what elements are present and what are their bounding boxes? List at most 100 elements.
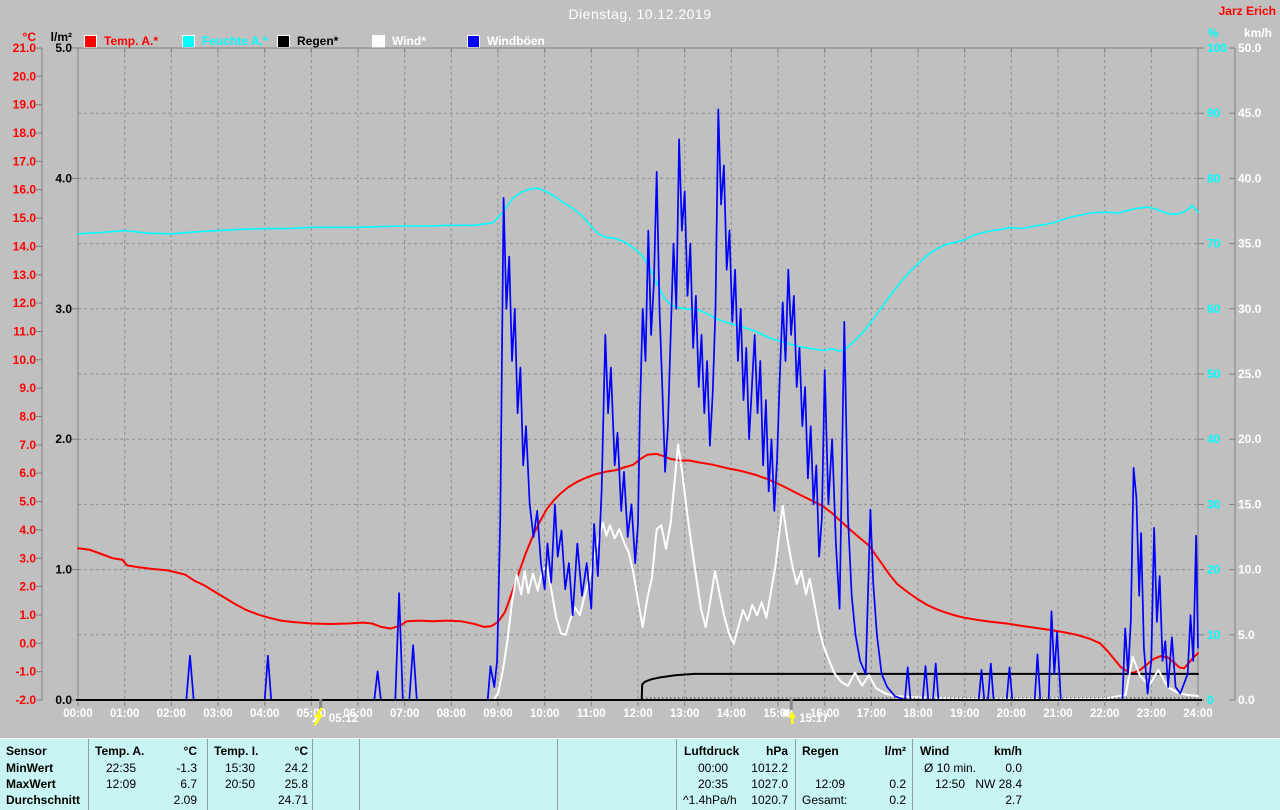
x-tick-label: 20:00 [997,708,1026,720]
sunrise-time: 05:12 [329,713,358,725]
y-tick-label: 5.0 [19,495,36,509]
sunset-icon [782,709,790,717]
y-tick-label: 80 [1207,171,1221,185]
regen-max-time: 12:09 [814,777,846,791]
wind-avg: 2.7 [1005,793,1022,807]
y-tick-label: 2.0 [55,432,72,446]
luftdruck-min: 1012.2 [751,761,788,775]
y-tick-label: 50.0 [1238,41,1262,55]
x-tick-label: 21:00 [1043,708,1072,720]
col-unit-temp-i: °C [294,744,308,758]
sunset-time: 15:17 [799,713,828,725]
table-column-divider [312,739,313,810]
y-tick-label: 10.0 [1238,563,1262,577]
y-tick-label: 40 [1207,432,1221,446]
y-tick-label: 40.0 [1238,171,1262,185]
col-unit-luftdruck: hPa [765,744,788,758]
y-tick-label: 0.0 [55,693,72,707]
x-tick-label: 18:00 [903,708,932,720]
axis-label-rain: l/m² [51,30,72,44]
y-tick-label: 35.0 [1238,237,1262,251]
x-tick-label: 10:00 [530,708,559,720]
temp-a-max-time: 12:09 [105,777,137,791]
y-tick-label: 19.0 [13,98,37,112]
regen-total-label: Gesamt: [802,793,848,807]
y-tick-label: 12.0 [13,296,37,310]
y-tick-label: 4.0 [19,523,36,537]
x-tick-label: 01:00 [110,708,139,720]
col-unit-regen: l/m² [884,744,906,758]
x-tick-label: 04:00 [250,708,279,720]
temp-i-min: 24.2 [284,761,308,775]
x-tick-label: 22:00 [1090,708,1119,720]
table-column-divider [88,739,89,810]
regen-total: 0.2 [889,793,906,807]
y-tick-label: 100 [1207,41,1227,55]
sunset-tick [789,699,793,710]
temp-a-min: -1.3 [176,761,197,775]
y-tick-label: 1.0 [55,563,72,577]
y-tick-label: 3.0 [55,302,72,316]
wind-min: 0.0 [1005,761,1022,775]
x-tick-label: 00:00 [63,708,92,720]
y-tick-label: 3.0 [19,551,36,565]
x-tick-label: 24:00 [1183,708,1212,720]
y-tick-label: 25.0 [1238,367,1262,381]
col-unit-wind: km/h [993,744,1022,758]
temp-i-min-time: 15:30 [224,761,256,775]
table-row-label: Sensor [6,744,47,758]
regen-max: 0.2 [889,777,906,791]
table-column-divider [795,739,796,810]
x-tick-label: 14:00 [717,708,746,720]
temp-i-avg: 24.71 [277,793,308,807]
y-tick-label: 7.0 [19,438,36,452]
y-tick-label: 2.0 [19,580,36,594]
temp-i-max-time: 20:50 [224,777,256,791]
x-tick-label: 02:00 [157,708,186,720]
y-tick-label: 90 [1207,106,1221,120]
y-tick-label: 15.0 [13,211,37,225]
y-tick-label: 0 [1207,693,1214,707]
y-tick-label: 9.0 [19,381,36,395]
temp-i-max: 25.8 [284,777,308,791]
y-tick-label: 0.0 [1238,693,1255,707]
col-header-wind: Wind [920,744,950,758]
temp-a-min-time: 22:35 [105,761,137,775]
x-tick-label: 12:00 [623,708,652,720]
y-tick-label: 1.0 [19,608,36,622]
wind-max: NW 28.4 [975,777,1022,791]
y-tick-label: 6.0 [19,466,36,480]
x-tick-label: 11:00 [577,708,606,720]
y-tick-label: 14.0 [13,239,37,253]
x-tick-label: 13:00 [670,708,699,720]
y-tick-label: 18.0 [13,126,37,140]
y-tick-label: 10.0 [13,353,37,367]
x-tick-label: 03:00 [203,708,232,720]
x-tick-label: 23:00 [1137,708,1166,720]
y-tick-label: 4.0 [55,171,72,185]
y-tick-label: 20.0 [13,69,37,83]
y-tick-label: 45.0 [1238,106,1262,120]
y-tick-label: 8.0 [19,410,36,424]
y-tick-label: 50 [1207,367,1221,381]
y-tick-label: -1.0 [15,665,36,679]
x-tick-label: 19:00 [950,708,979,720]
table-column-divider [557,739,558,810]
x-tick-label: 07:00 [390,708,419,720]
table-row-label: MinWert [6,761,54,775]
y-tick-label: 16.0 [13,183,37,197]
col-unit-temp-a: °C [183,744,197,758]
x-tick-label: 09:00 [483,708,512,720]
chart-canvas: 00:00 01:00 02:00 03:00 04:00 05:00 06:00 07:00… [13,26,1272,726]
col-header-regen: Regen [802,744,839,758]
y-tick-label: -2.0 [15,693,36,707]
temp-a-max: 6.7 [180,777,197,791]
y-tick-label: 15.0 [1238,497,1262,511]
y-tick-label: 30 [1207,497,1221,511]
table-row-label: MaxWert [6,777,56,791]
y-tick-label: 11.0 [13,325,36,339]
y-tick-label: 10 [1207,628,1221,642]
table-row-label: Durchschnitt [6,793,81,807]
luftdruck-max: 1027.0 [751,777,788,791]
table-column-divider [912,739,913,810]
